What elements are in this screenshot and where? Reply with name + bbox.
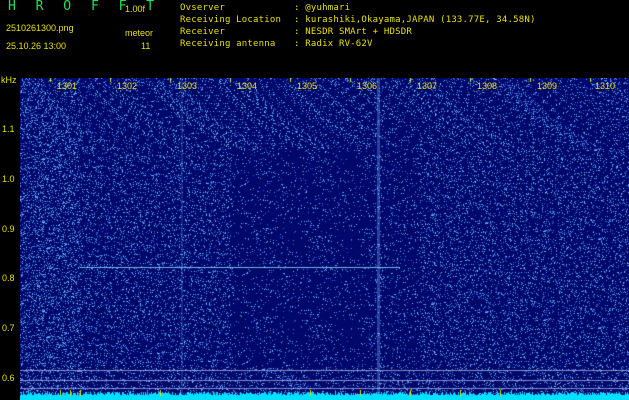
info-location: Receiving Location : kurashiki,Okayama,JA… [180, 15, 536, 25]
y-tick-label: 1.0 [2, 174, 15, 184]
info-label: Receiving antenna [180, 39, 276, 49]
hroft-window: H R O F F T 1.00f 2510261300.png meteor … [0, 0, 629, 400]
info-label: Receiver [180, 27, 225, 37]
timestamp-label: 25.10.26 13:00 [6, 41, 67, 51]
version-label: 1.00f [125, 4, 146, 14]
x-tick-label: 1305 [297, 81, 318, 91]
info-observer: Ovserver : @yuhmari [180, 3, 350, 13]
x-tick-label: 1307 [417, 81, 438, 91]
info-value: : Radix RV-62V [294, 39, 373, 49]
x-tick-label: 1304 [237, 81, 258, 91]
x-tick-label: 1310 [595, 81, 616, 91]
x-tick-label: 1308 [477, 81, 498, 91]
axis-unit-label: kHz [1, 75, 17, 85]
y-tick-label: 0.7 [2, 323, 15, 333]
info-receiver: Receiver : NESDR SMArt + HDSDR [180, 27, 412, 37]
mode-label: meteor [125, 28, 154, 38]
waterfall-spectrogram [20, 78, 629, 400]
x-tick-label: 1302 [117, 81, 138, 91]
filename-label: 2510261300.png [6, 23, 74, 33]
info-value: : kurashiki,Okayama,JAPAN (133.77E, 34.5… [294, 15, 536, 25]
info-antenna: Receiving antenna : Radix RV-62V [180, 39, 373, 49]
x-tick-label: 1306 [357, 81, 378, 91]
x-tick-label: 1301 [57, 81, 78, 91]
info-label: Ovserver [180, 3, 225, 13]
count-label: 11 [141, 41, 151, 51]
info-label: Receiving Location [180, 15, 282, 25]
y-tick-label: 0.6 [2, 373, 15, 383]
x-tick-label: 1309 [537, 81, 558, 91]
x-tick-label: 1303 [177, 81, 198, 91]
y-tick-label: 0.8 [2, 273, 15, 283]
y-tick-label: 0.9 [2, 224, 15, 234]
info-value: : NESDR SMArt + HDSDR [294, 27, 412, 37]
y-tick-label: 1.1 [2, 124, 15, 134]
info-value: : @yuhmari [294, 3, 351, 13]
